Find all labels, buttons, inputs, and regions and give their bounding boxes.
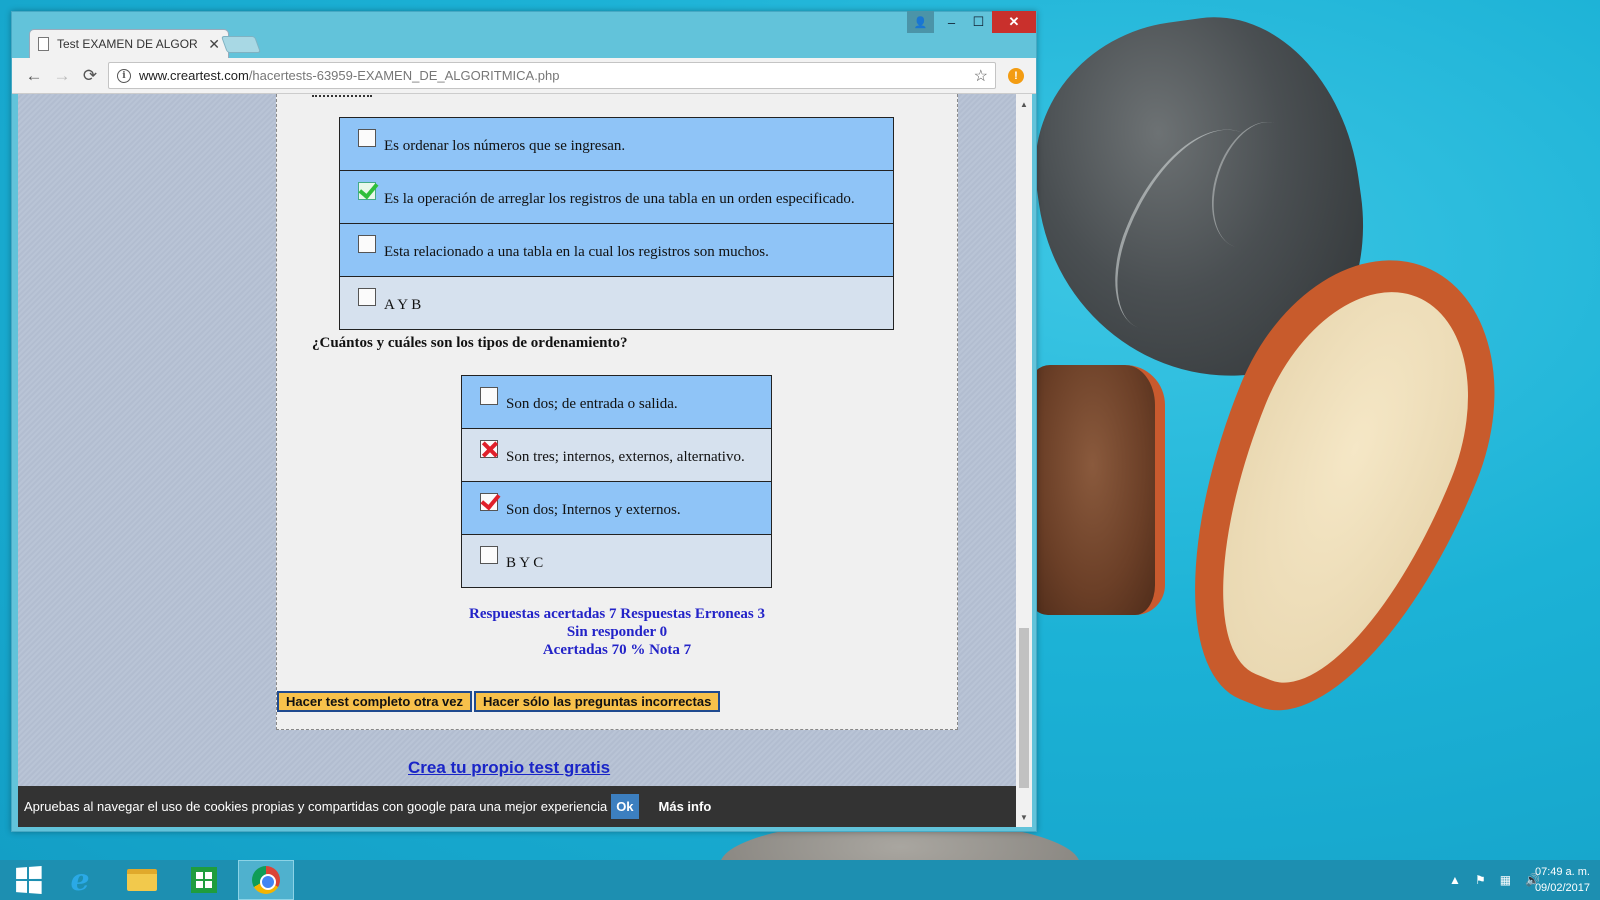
action-buttons: Hacer test completo otra vez Hacer sólo … xyxy=(277,691,722,712)
answer-option[interactable]: Son dos; Internos y externos. xyxy=(462,482,771,534)
scroll-down-icon[interactable]: ▼ xyxy=(1016,809,1032,825)
answer-text: Son dos; de entrada o salida. xyxy=(506,395,678,412)
reload-icon[interactable]: ⟳ xyxy=(78,64,102,88)
results-summary: Respuestas acertadas 7 Respuestas Errone… xyxy=(277,605,957,659)
taskbar-chrome[interactable] xyxy=(238,860,294,900)
browser-toolbar: ← → ⟳ i www.creartest.com/hacertests-639… xyxy=(12,58,1036,94)
answer-text: Esta relacionado a una tabla en la cual … xyxy=(384,243,769,260)
cookie-text: Apruebas al navegar el uso de cookies pr… xyxy=(24,799,608,814)
tab-close-icon[interactable]: ✕ xyxy=(208,36,220,53)
answer-text: A Y B xyxy=(384,296,422,313)
tab-title: Test EXAMEN DE ALGOR xyxy=(57,37,198,51)
url-path: /hacertests-63959-EXAMEN_DE_ALGORITMICA.… xyxy=(248,68,560,83)
title-bar[interactable]: Test EXAMEN DE ALGOR ✕ 👤 – ☐ ✕ xyxy=(12,11,1036,58)
test-content-panel: Es ordenar los números que se ingresan. E… xyxy=(276,94,958,730)
taskbar-store[interactable] xyxy=(176,860,232,900)
create-test-link[interactable]: Crea tu propio test gratis xyxy=(408,758,610,778)
chrome-icon xyxy=(252,866,280,894)
cookie-bar: Apruebas al navegar el uso de cookies pr… xyxy=(18,786,1016,827)
internet-explorer-icon: e xyxy=(70,862,90,898)
results-line: Acertadas 70 % Nota 7 xyxy=(542,642,692,658)
windows-icon xyxy=(16,866,42,894)
profile-icon[interactable]: 👤 xyxy=(907,11,934,33)
clock[interactable]: 07:49 a. m. 09/02/2017 xyxy=(1535,864,1590,896)
answer-text: Son dos; Internos y externos. xyxy=(506,501,681,518)
checkbox-checked-red[interactable] xyxy=(480,493,498,511)
answer-option[interactable]: Es ordenar los números que se ingresan. xyxy=(340,118,893,170)
url-host: www.creartest.com xyxy=(139,68,249,83)
taskbar-file-explorer[interactable] xyxy=(114,860,170,900)
answer-text: B Y C xyxy=(506,554,544,571)
taskbar-internet-explorer[interactable]: e xyxy=(52,860,108,900)
checkbox-correct-checked[interactable] xyxy=(358,182,376,200)
answer-text: Es ordenar los números que se ingresan. xyxy=(384,137,626,154)
checkbox-empty[interactable] xyxy=(480,387,498,405)
checkbox-empty[interactable] xyxy=(358,129,376,147)
taskbar: e ▲ ⚑ ▦ 🔊 07:49 a. m. 09/02/2017 xyxy=(0,860,1600,900)
forward-icon[interactable]: → xyxy=(50,64,74,88)
bookmark-star-icon[interactable]: ☆ xyxy=(974,66,988,86)
wallpaper-stone xyxy=(1030,365,1165,615)
clock-time: 07:49 a. m. xyxy=(1534,866,1590,878)
checkbox-wrong-cross[interactable] xyxy=(480,440,498,458)
answer-text: Son tres; internos, externos, alternativ… xyxy=(506,448,745,465)
answer-option[interactable]: Es la operación de arreglar los registro… xyxy=(340,171,893,223)
window-controls: 👤 – ☐ ✕ xyxy=(907,11,1036,33)
previous-question-fragment xyxy=(312,94,372,101)
clock-date: 09/02/2017 xyxy=(1534,882,1590,894)
minimize-button[interactable]: – xyxy=(938,11,965,33)
checkbox-empty[interactable] xyxy=(358,288,376,306)
checkbox-empty[interactable] xyxy=(480,546,498,564)
system-tray: ▲ ⚑ ▦ 🔊 xyxy=(1449,860,1540,900)
tray-overflow-icon[interactable]: ▲ xyxy=(1449,873,1461,887)
answer-table-q1: Es ordenar los números que se ingresan. E… xyxy=(339,117,894,330)
scroll-thumb[interactable] xyxy=(1019,628,1029,788)
network-icon[interactable]: ▦ xyxy=(1500,873,1511,887)
answer-text: Es la operación de arreglar los registro… xyxy=(384,190,855,207)
answer-table-q2: Son dos; de entrada o salida. Son tres; i… xyxy=(461,375,772,588)
new-tab-button[interactable] xyxy=(220,36,262,53)
scroll-up-icon[interactable]: ▲ xyxy=(1016,96,1032,112)
address-bar[interactable]: i www.creartest.com/hacertests-63959-EXA… xyxy=(108,62,996,89)
answer-option[interactable]: Son tres; internos, externos, alternativ… xyxy=(462,429,771,481)
start-button[interactable] xyxy=(0,860,56,900)
extension-icon[interactable]: ! xyxy=(1008,68,1024,84)
answer-option[interactable]: Esta relacionado a una tabla en la cual … xyxy=(340,224,893,276)
flag-icon[interactable]: ⚑ xyxy=(1475,873,1486,887)
retry-all-button[interactable]: Hacer test completo otra vez xyxy=(277,691,473,712)
results-line: Respuestas acertadas 7 Respuestas Errone… xyxy=(469,606,765,622)
page-viewport: Es ordenar los números que se ingresan. E… xyxy=(18,94,1016,827)
store-icon xyxy=(191,867,217,893)
checkbox-empty[interactable] xyxy=(358,235,376,253)
results-line: Sin responder 0 xyxy=(566,624,668,640)
answer-option[interactable]: A Y B xyxy=(340,277,893,329)
close-button[interactable]: ✕ xyxy=(992,11,1036,33)
browser-tab[interactable]: Test EXAMEN DE ALGOR ✕ xyxy=(29,29,229,58)
retry-wrong-button[interactable]: Hacer sólo las preguntas incorrectas xyxy=(474,691,721,712)
maximize-button[interactable]: ☐ xyxy=(965,11,992,33)
folder-icon xyxy=(127,869,157,891)
cookie-ok-button[interactable]: Ok xyxy=(611,794,639,819)
back-icon[interactable]: ← xyxy=(22,64,46,88)
question-title: ¿Cuántos y cuáles son los tipos de orden… xyxy=(312,335,628,351)
cookie-more-info-link[interactable]: Más info xyxy=(659,799,712,814)
page-icon xyxy=(38,37,49,51)
info-icon[interactable]: i xyxy=(117,68,131,83)
vertical-scrollbar[interactable]: ▲ ▼ xyxy=(1016,94,1032,827)
answer-option[interactable]: Son dos; de entrada o salida. xyxy=(462,376,771,428)
answer-option[interactable]: B Y C xyxy=(462,535,771,587)
browser-window: Test EXAMEN DE ALGOR ✕ 👤 – ☐ ✕ ← → ⟳ i w… xyxy=(11,11,1037,832)
